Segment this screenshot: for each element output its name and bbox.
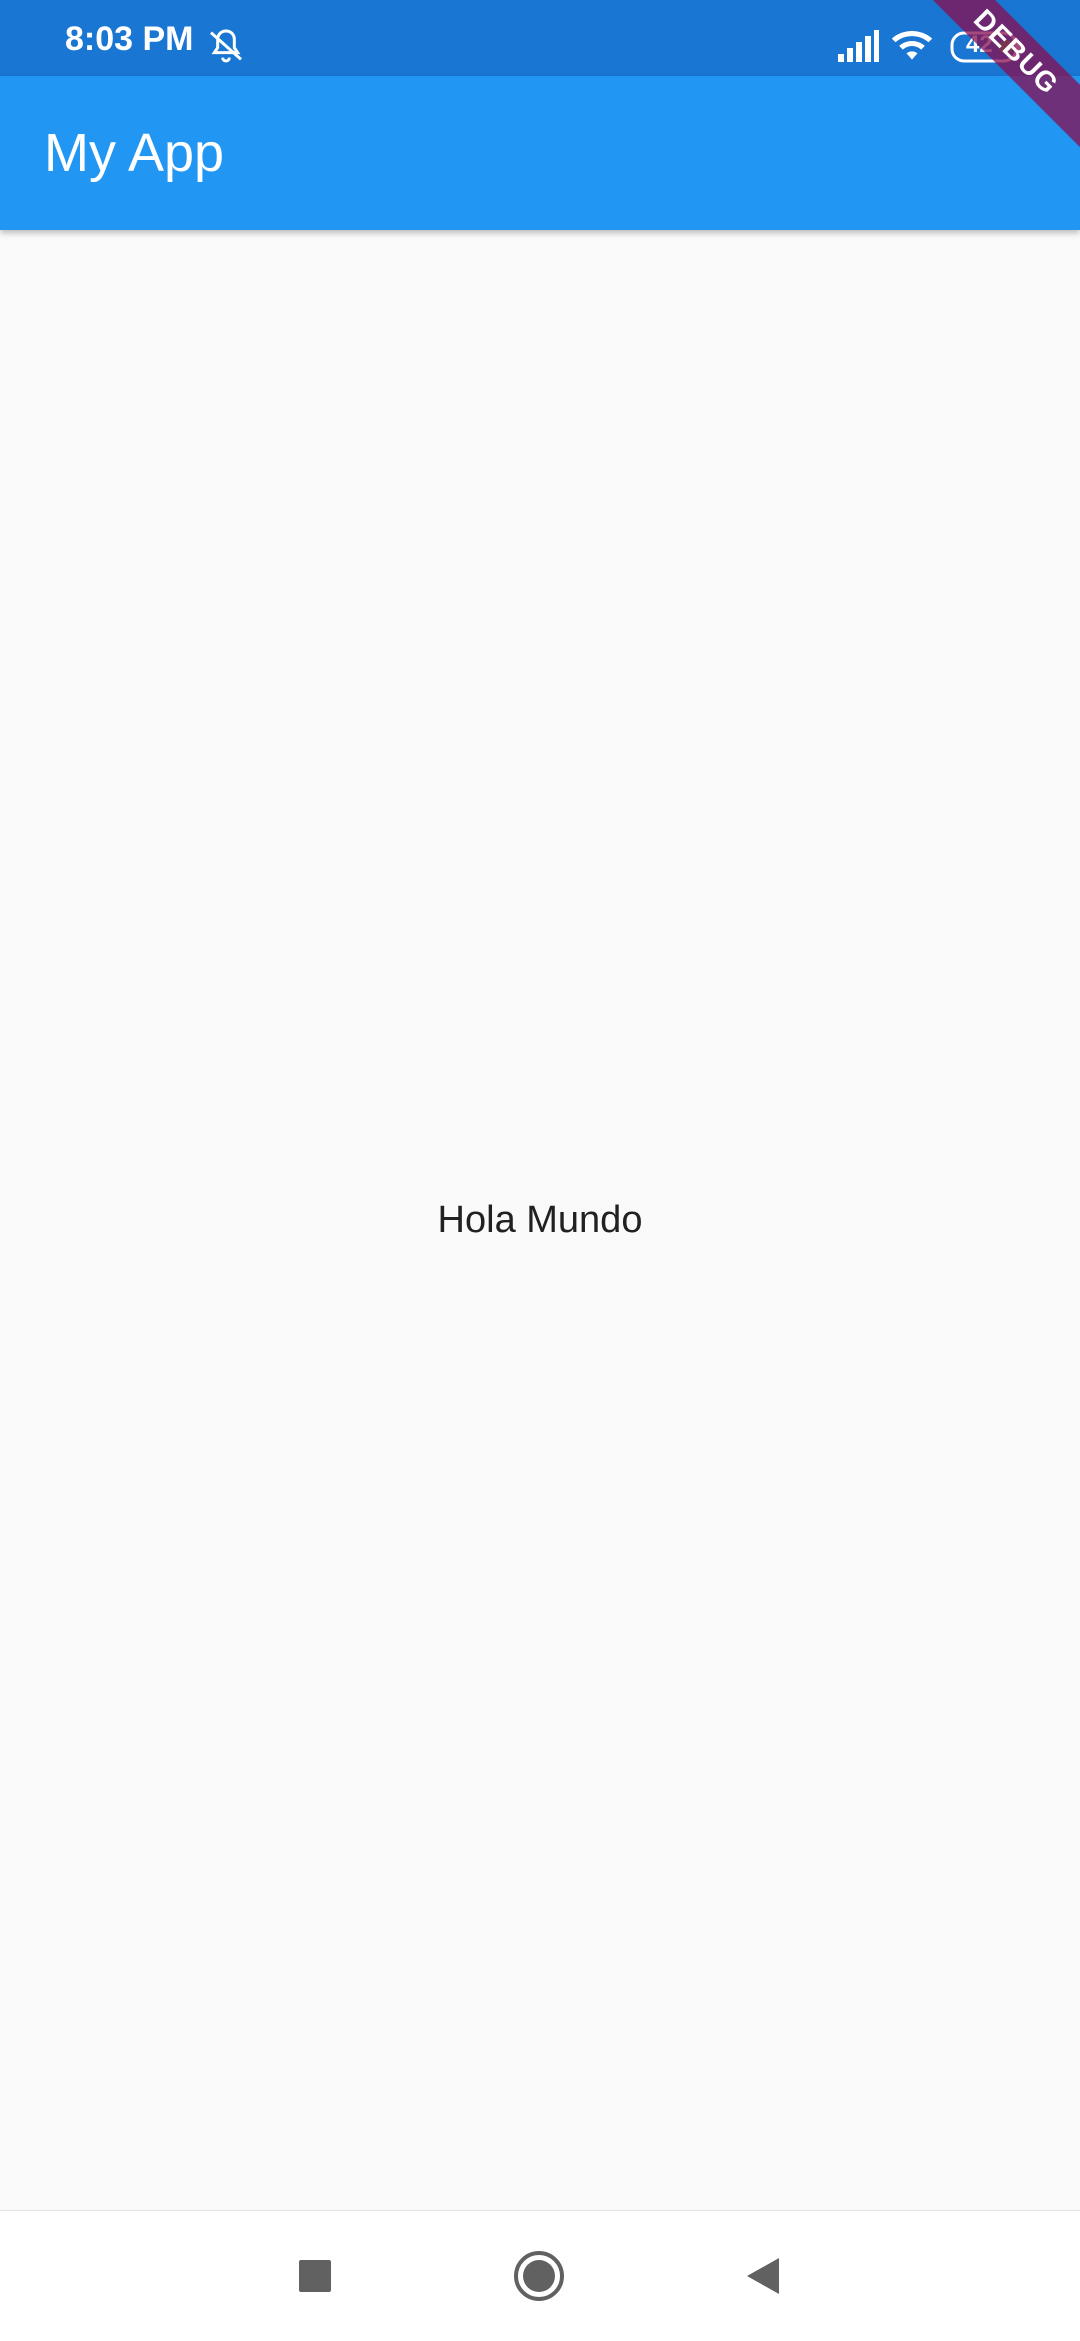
main-content: Hola Mundo	[0, 230, 1080, 2210]
back-icon	[747, 2258, 779, 2294]
home-button[interactable]	[509, 2246, 569, 2306]
wifi-icon	[891, 31, 933, 60]
app-title: My App	[44, 123, 225, 183]
recents-icon	[299, 2260, 331, 2292]
status-bar: 8:03 PM 42	[0, 0, 1080, 76]
app-bar: My App	[0, 76, 1080, 230]
home-icon	[514, 2251, 564, 2301]
bell-off-icon	[210, 29, 242, 63]
signal-icon	[838, 30, 879, 62]
recents-button[interactable]	[285, 2246, 345, 2306]
hello-text: Hola Mundo	[437, 1198, 643, 1241]
status-time: 8:03 PM	[65, 20, 194, 58]
back-button[interactable]	[733, 2246, 793, 2306]
navigation-bar	[0, 2210, 1080, 2341]
